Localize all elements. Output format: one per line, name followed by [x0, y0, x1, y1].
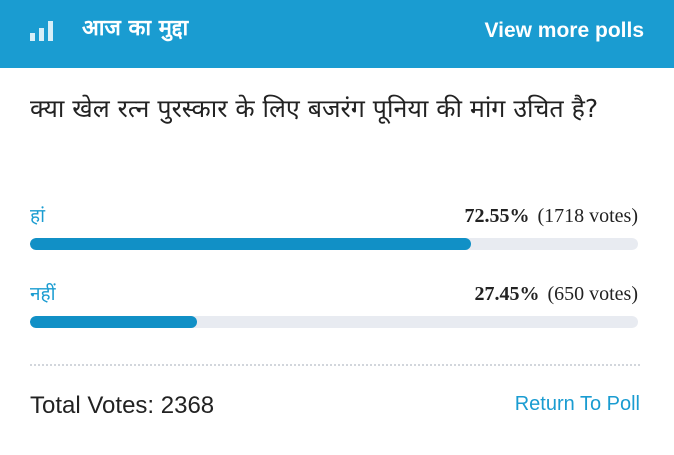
view-more-polls-link[interactable]: View more polls [485, 18, 645, 44]
option-bar-track [30, 238, 638, 250]
option-bar-fill [30, 316, 197, 328]
poll-title: आज का मुद्दा [82, 16, 189, 41]
return-to-poll-link[interactable]: Return To Poll [515, 391, 640, 417]
option-stats: 72.55% (1718 votes) [464, 202, 638, 230]
option-votes: (1718 votes) [537, 205, 638, 227]
poll-widget: आज का मुद्दा View more polls क्या खेल रत… [0, 0, 674, 455]
divider [30, 364, 640, 366]
option-percent: 72.55% [464, 205, 530, 227]
poll-question: क्या खेल रत्न पुरस्कार के लिए बजरंग पूनि… [30, 94, 599, 123]
option-stats: 27.45% (650 votes) [474, 280, 638, 308]
poll-bars-icon [30, 17, 58, 41]
poll-option-no: नहीं 27.45% (650 votes) [30, 280, 640, 328]
option-bar-fill [30, 238, 472, 250]
option-percent: 27.45% [474, 283, 540, 305]
poll-option-yes: हां 72.55% (1718 votes) [30, 202, 640, 250]
option-label: हां [30, 205, 46, 227]
option-label: नहीं [30, 283, 56, 305]
option-votes: (650 votes) [547, 283, 638, 305]
poll-header: आज का मुद्दा View more polls [0, 0, 674, 68]
total-votes: Total Votes: 2368 [30, 392, 215, 419]
option-bar-track [30, 316, 638, 328]
